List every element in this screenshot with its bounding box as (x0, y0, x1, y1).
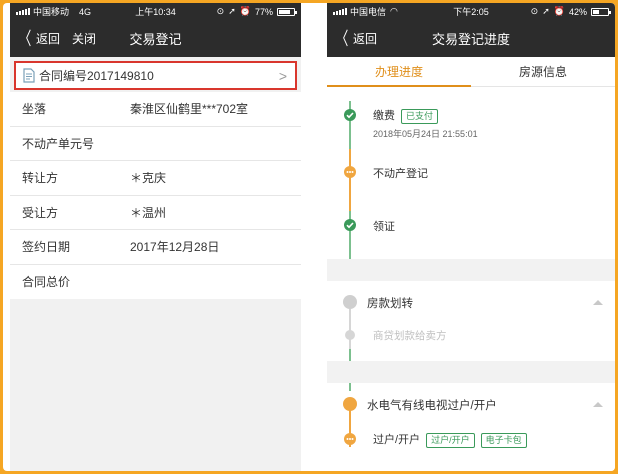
tab-property-info[interactable]: 房源信息 (471, 57, 615, 86)
battery-icon (591, 7, 611, 16)
alarm-icon: ⏰ (239, 6, 251, 16)
row-label: 合同总价 (22, 275, 71, 290)
right-phone-screen: 中国电信 ◠ 下午2:05 ⊙ ➚ ⏰ 42% 〈 返回 交易登记进度 办理进度… (327, 3, 615, 471)
status-bar: 中国电信 ◠ 下午2:05 ⊙ ➚ ⏰ 42% (327, 3, 615, 20)
chevron-right-icon: > (278, 67, 287, 84)
section-divider (327, 361, 615, 383)
close-button[interactable]: 关闭 (72, 30, 96, 47)
battery-fill (279, 9, 290, 14)
check-icon (346, 222, 354, 229)
row-label: 签约日期 (22, 240, 71, 255)
collapse-arrow-icon[interactable] (593, 402, 603, 407)
section-funds-title: 房款划转 (367, 298, 413, 310)
contract-number-row[interactable]: 合同编号2017149810 > (14, 61, 297, 90)
chevron-left-icon: 〈 (335, 28, 349, 49)
left-phone-screen: 中国移动 4G 上午10:34 ⊙ ➚ ⏰ 77% 〈 返回 关闭 交易登记 合… (10, 3, 301, 471)
alarm-icon: ⏰ (553, 6, 565, 16)
substep-node (345, 330, 355, 340)
check-icon (346, 112, 354, 119)
more-dots-icon (346, 171, 354, 173)
step-label: 缴费 (373, 110, 395, 122)
section-utility-title: 水电气有线电视过户/开户 (367, 400, 497, 412)
network-type: 4G (79, 6, 92, 17)
document-icon (23, 68, 35, 83)
info-list: 坐落 秦淮区仙鹤里***702室 不动产单元号 转让方 ＊克庆 受让方 ＊温州 … (10, 92, 301, 299)
back-button[interactable]: 〈 返回 (327, 30, 377, 48)
lock-rotation-icon: ⊙ (216, 6, 225, 16)
step-certificate: 领证 (373, 221, 395, 233)
status-bar: 中国移动 4G 上午10:34 ⊙ ➚ ⏰ 77% (10, 3, 301, 20)
info-row-transferor: 转让方 ＊克庆 (10, 161, 301, 196)
tab-progress[interactable]: 办理进度 (327, 57, 471, 86)
substep-loan-transfer: 商贷划款给卖方 (373, 330, 447, 342)
timeline-line (349, 305, 351, 349)
step-done-node (344, 219, 356, 231)
battery-fill (593, 9, 599, 14)
info-row-location: 坐落 秦淮区仙鹤里***702室 (10, 92, 301, 127)
nav-bar: 〈 返回 关闭 交易登记 (10, 20, 301, 57)
location-icon: ➚ (542, 6, 550, 16)
carrier-name: 中国电信 (350, 7, 387, 17)
battery-percent: 77% (254, 6, 273, 17)
substep-label: 过户/开户 (373, 434, 421, 446)
row-label: 转让方 (22, 171, 59, 186)
row-label: 受让方 (22, 205, 59, 220)
screenshot-frame: 中国移动 4G 上午10:34 ⊙ ➚ ⏰ 77% 〈 返回 关闭 交易登记 合… (3, 3, 615, 471)
tab-bar: 办理进度 房源信息 (327, 57, 615, 87)
battery-percent: 42% (568, 6, 587, 17)
contract-number: 合同编号2017149810 (39, 69, 154, 83)
back-label: 返回 (36, 32, 61, 46)
substep-transfer-open: 过户/开户 过户/开户 电子卡包 (373, 431, 527, 448)
step-pending-node (344, 166, 356, 178)
back-button[interactable]: 〈 返回 (10, 30, 60, 48)
row-value: ＊克庆 (130, 171, 167, 186)
nav-bar: 〈 返回 交易登记进度 (327, 20, 615, 57)
e-card-wallet-button[interactable]: 电子卡包 (480, 432, 527, 448)
carrier-name: 中国移动 (33, 7, 70, 17)
more-dots-icon (346, 438, 354, 440)
info-row-unit-number: 不动产单元号 (10, 127, 301, 161)
back-label: 返回 (353, 32, 378, 46)
section-node (343, 397, 357, 411)
info-row-sign-date: 签约日期 2017年12月28日 (10, 230, 301, 265)
battery-icon (277, 7, 297, 16)
location-icon: ➚ (228, 6, 236, 16)
section-divider (327, 259, 615, 281)
row-value: 2017年12月28日 (130, 240, 220, 255)
signal-icon (16, 8, 30, 15)
row-value: ＊温州 (130, 205, 167, 220)
paid-badge: 已支付 (401, 108, 439, 124)
progress-timeline: 缴费 已支付 2018年05月24日 21:55:01 不动产登记 领证 房款划转… (327, 87, 615, 471)
signal-icon (333, 8, 347, 15)
collapse-arrow-icon[interactable] (593, 300, 603, 305)
step-done-node (344, 109, 356, 121)
section-node (343, 295, 357, 309)
info-row-total-price: 合同总价 (10, 265, 301, 300)
step-register: 不动产登记 (373, 168, 428, 180)
step-pending-node (344, 433, 356, 445)
lock-rotation-icon: ⊙ (530, 6, 539, 16)
step-pay: 缴费 已支付 (373, 107, 439, 124)
step-pay-time: 2018年05月24日 21:55:01 (373, 129, 478, 139)
row-value: 秦淮区仙鹤里***702室 (130, 102, 249, 117)
chevron-left-icon: 〈 (18, 28, 32, 49)
row-label: 坐落 (22, 102, 47, 117)
info-row-transferee: 受让方 ＊温州 (10, 196, 301, 230)
wifi-icon: ◠ (390, 6, 398, 16)
timeline-line (349, 149, 351, 211)
row-label: 不动产单元号 (22, 136, 95, 151)
transfer-open-button[interactable]: 过户/开户 (426, 432, 475, 448)
